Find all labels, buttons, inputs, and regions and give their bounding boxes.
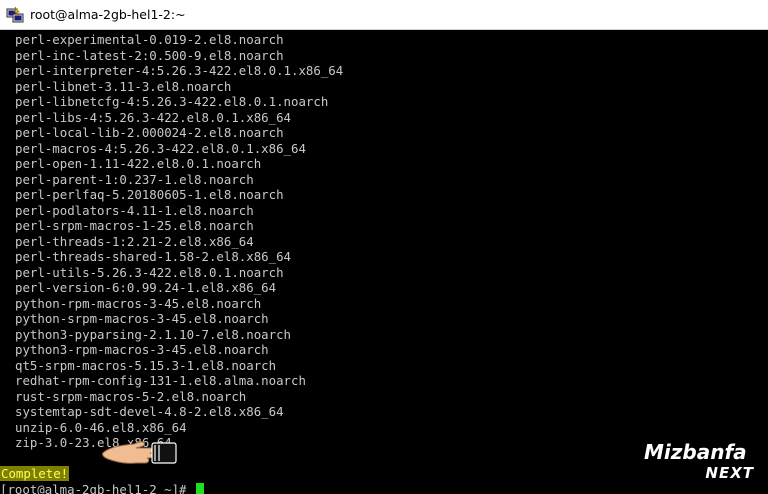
logo-text: Mizbanfa [644,440,747,464]
terminal-window: root@alma-2gb-hel1-2:~ perl-experimental… [0,0,768,494]
terminal-line: python3-rpm-macros-3-45.el8.noarch [15,342,269,357]
package-list: perl-experimental-0.019-2.el8.noarch perl… [0,32,768,451]
terminal-line: perl-version-6:0.99.24-1.el8.x86_64 [15,280,277,295]
terminal-line: perl-threads-shared-1.58-2.el8.x86_64 [15,249,292,264]
terminal-line: perl-libnet-3.11-3.el8.noarch [15,78,232,94]
logo-subtext: NEXT [705,464,754,482]
terminal-line: perl-utils-5.26.3-422.el8.0.1.noarch [15,264,284,280]
terminal-line: perl-open-1.11-422.el8.0.1.noarch [15,156,262,171]
terminal-line: systemtap-sdt-devel-4.8-2.el8.x86_64 [15,404,284,419]
complete-message: Complete! [0,466,70,481]
terminal-line: perl-macros-4:5.26.3-422.el8.0.1.x86_64 [15,140,306,156]
terminal-line: rust-srpm-macros-5-2.el8.noarch [15,388,247,404]
terminal-line: perl-perlfaq-5.20180605-1.el8.noarch [15,187,284,202]
putty-terminal-icon[interactable] [6,6,24,24]
brand-logo: Mizbanfa NEXT [640,440,764,486]
terminal-line: redhat-rpm-config-131-1.el8.alma.noarch [15,373,306,388]
title-bar[interactable]: root@alma-2gb-hel1-2:~ [0,0,768,30]
terminal-line: perl-podlators-4.11-1.el8.noarch [15,202,254,218]
terminal-line: qt5-srpm-macros-5.15.3-1.el8.noarch [15,357,277,373]
pointing-hand-icon [100,432,180,468]
terminal-line: perl-parent-1:0.237-1.el8.noarch [15,171,254,187]
terminal-line: perl-interpreter-4:5.26.3-422.el8.0.1.x8… [15,63,344,78]
terminal-line: perl-local-lib-2.000024-2.el8.noarch [15,125,284,140]
terminal-line: python-srpm-macros-3-45.el8.noarch [15,311,269,326]
terminal-line: python-rpm-macros-3-45.el8.noarch [15,295,262,311]
terminal-line: python3-pyparsing-2.1.10-7.el8.noarch [15,326,292,342]
terminal-line: perl-libnetcfg-4:5.26.3-422.el8.0.1.noar… [15,94,329,109]
terminal-line: perl-experimental-0.019-2.el8.noarch [15,32,284,47]
shell-prompt: [root@alma-2gb-hel1-2 ~]# [0,481,194,494]
terminal-line: perl-srpm-macros-1-25.el8.noarch [15,218,254,233]
terminal-output[interactable]: perl-experimental-0.019-2.el8.noarch perl… [0,30,768,494]
terminal-cursor [195,482,204,494]
terminal-line: perl-threads-1:2.21-2.el8.x86_64 [15,233,254,249]
window-title: root@alma-2gb-hel1-2:~ [30,7,186,22]
terminal-line: perl-inc-latest-2:0.500-9.el8.noarch [15,47,284,63]
terminal-line: perl-libs-4:5.26.3-422.el8.0.1.x86_64 [15,109,292,125]
